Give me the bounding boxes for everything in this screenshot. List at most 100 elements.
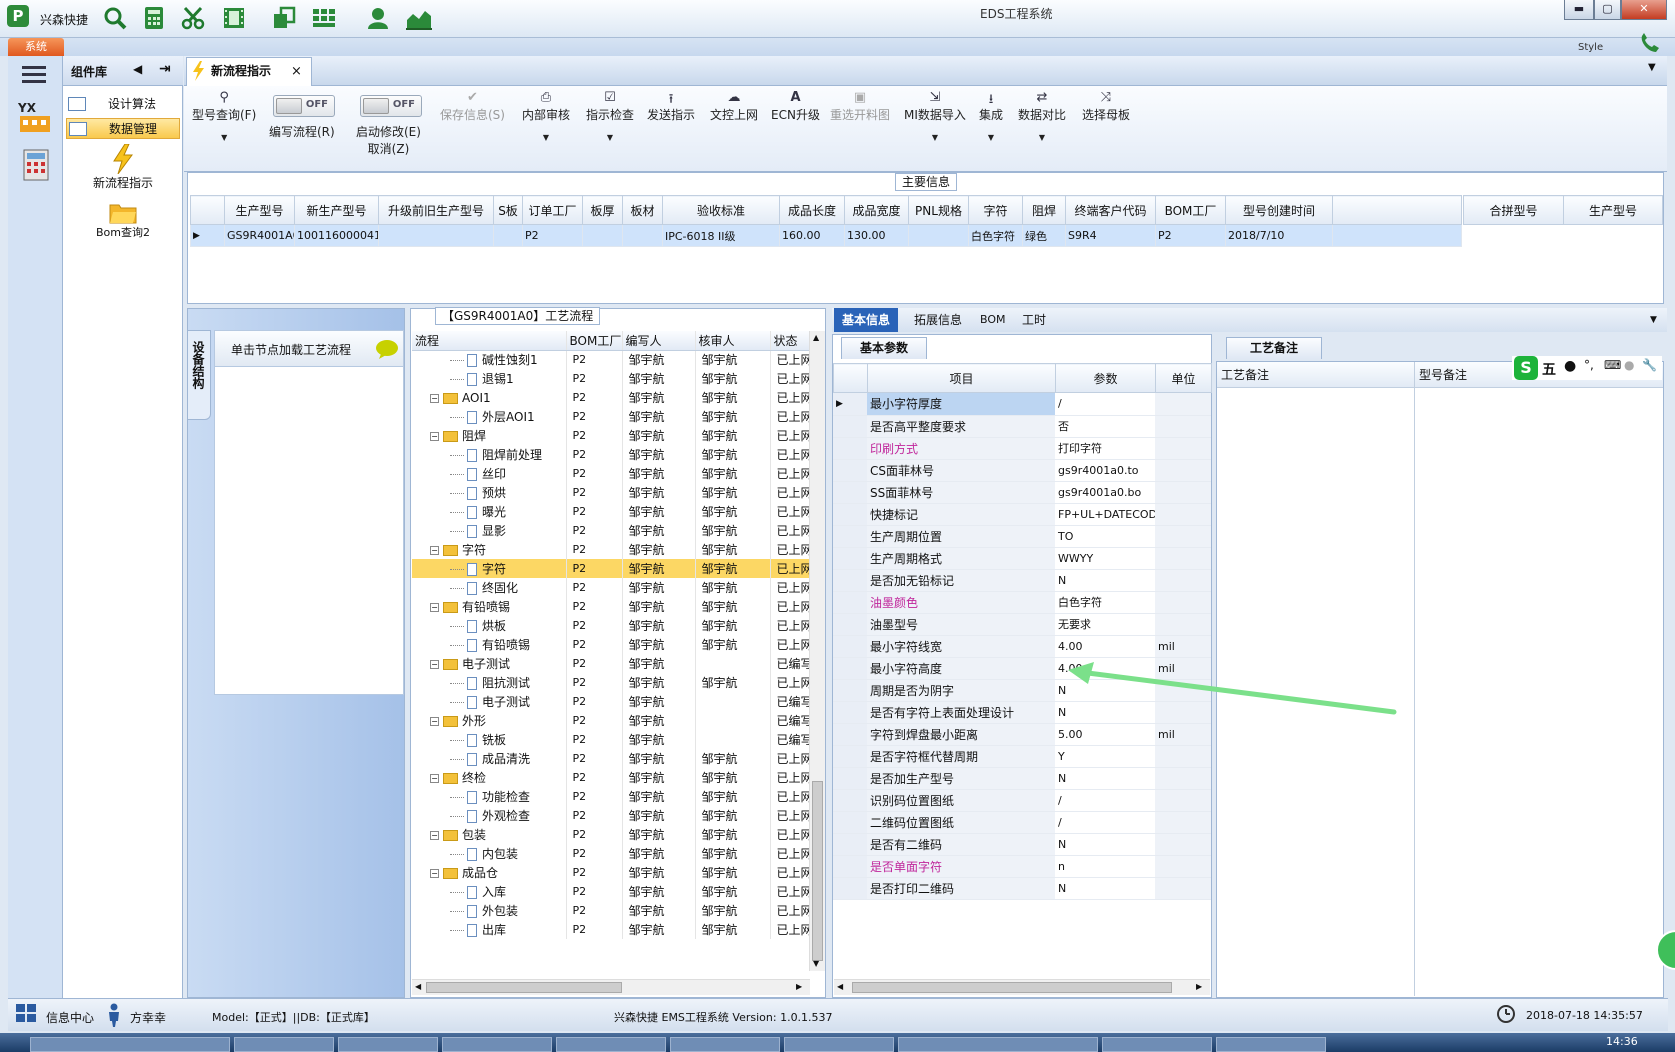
tree-row[interactable]: 外观检查 P2 邹宇航 邹宇航 已上网 [412, 806, 813, 825]
user-icon[interactable] [366, 6, 390, 30]
tab-close-icon[interactable]: × [291, 58, 302, 85]
tree-node[interactable]: 出库 [412, 920, 567, 939]
column-header[interactable]: 阻焊 [1022, 195, 1066, 225]
tree-row[interactable]: 成品清洗 P2 邹宇航 邹宇航 已上网 [412, 749, 813, 768]
library-item-design-algorithm[interactable]: 设计算法 [66, 94, 180, 115]
hamburger-icon[interactable] [22, 64, 48, 84]
property-value[interactable]: N [1055, 877, 1155, 900]
tree-node[interactable]: 成品清洗 [412, 749, 567, 768]
tab-basic-info[interactable]: 基本信息 [834, 308, 899, 332]
style-label[interactable]: Style [1578, 42, 1603, 53]
property-row[interactable]: 是否加无铅标记 N [833, 569, 1211, 592]
column-header[interactable]: 项目 [867, 363, 1056, 393]
property-value[interactable]: n [1055, 855, 1155, 878]
property-row[interactable]: 是否打印二维码 N [833, 877, 1211, 900]
tree-row[interactable]: 烘板 P2 邹宇航 邹宇航 已上网 [412, 616, 813, 635]
equipment-structure-tab[interactable]: 设备结构 [187, 330, 211, 420]
tree-node[interactable]: − 字符 [412, 540, 567, 559]
table-cell[interactable]: P2 [1155, 224, 1226, 247]
taskbar-item[interactable] [1102, 1037, 1212, 1052]
tree-node[interactable]: 外层AOI1 [412, 407, 567, 426]
edit-flow-toggle[interactable]: OFF [273, 95, 335, 117]
column-header[interactable]: 单位 [1155, 363, 1212, 393]
table-cell[interactable] [908, 224, 969, 247]
tree-node[interactable]: 功能检查 [412, 787, 567, 806]
column-header[interactable]: 板厚 [582, 195, 623, 225]
ecn-upgrade-button[interactable]: A ECN升级 [771, 90, 820, 123]
property-value[interactable]: 否 [1055, 415, 1155, 438]
tree-node[interactable]: − 包装 [412, 825, 567, 844]
calculator-icon[interactable] [142, 6, 166, 30]
type-notes-column[interactable]: 型号备注 [1415, 362, 1663, 996]
tree-row[interactable]: 终固化 P2 邹宇航 邹宇航 已上网 [412, 578, 813, 597]
column-header[interactable]: 终端客户代码 [1065, 195, 1156, 225]
property-value[interactable]: gs9r4001a0.bo [1055, 481, 1155, 504]
property-value[interactable]: / [1055, 789, 1155, 812]
film-icon[interactable] [222, 6, 246, 30]
reselect-cutting-button[interactable]: ▣ 重选开料图 [830, 90, 890, 123]
tree-row[interactable]: − AOI1 P2 邹宇航 邹宇航 已上网 [412, 388, 813, 407]
tree-row[interactable]: 出库 P2 邹宇航 邹宇航 已上网 [412, 920, 813, 939]
scroll-right-icon[interactable]: ▶ [796, 982, 802, 991]
main-info-row[interactable]: ▶GS9R4001A010011600004145P2IPC-6018 II级1… [190, 224, 1462, 247]
property-value[interactable]: N [1055, 569, 1155, 592]
property-value[interactable]: / [1055, 811, 1155, 834]
data-compare-button[interactable]: ⇄ 数据对比 ▼ [1018, 90, 1066, 142]
property-row[interactable]: SS面菲林号 gs9r4001a0.bo [833, 481, 1211, 504]
tree-node[interactable]: 退锡1 [412, 369, 567, 388]
table-cell[interactable] [622, 224, 663, 247]
column-header[interactable]: PNL规格 [908, 195, 969, 225]
tree-row[interactable]: − 包装 P2 邹宇航 邹宇航 已上网 [412, 825, 813, 844]
tree-node[interactable]: − 电子测试 [412, 654, 567, 673]
tree-row[interactable]: 阻抗测试 P2 邹宇航 邹宇航 已上网 [412, 673, 813, 692]
collapse-icon[interactable]: − [430, 717, 439, 726]
scissors-icon[interactable] [181, 6, 205, 30]
tab-menu-icon[interactable]: ▼ [1650, 315, 1657, 325]
tree-node[interactable]: − AOI1 [412, 388, 567, 407]
taskbar-item[interactable] [442, 1037, 552, 1052]
table-cell[interactable]: GS9R4001A0 [224, 224, 295, 247]
table-cell[interactable]: 160.00 [779, 224, 845, 247]
scroll-left-icon[interactable]: ◀ [837, 982, 843, 991]
table-cell[interactable]: 绿色 [1022, 224, 1066, 247]
column-header[interactable]: 状态 [770, 331, 813, 351]
property-row[interactable]: 油墨型号 无要求 [833, 613, 1211, 636]
tree-node[interactable]: 外观检查 [412, 806, 567, 825]
taskbar-item[interactable] [670, 1037, 780, 1052]
column-header[interactable]: BOM工厂 [566, 331, 623, 351]
column-header[interactable]: 验收标准 [662, 195, 780, 225]
property-value[interactable]: 白色字符 [1055, 591, 1155, 614]
copy-icon[interactable] [272, 6, 296, 30]
minimize-button[interactable]: ▬ [1564, 0, 1594, 20]
column-header[interactable]: 合拼型号 [1463, 195, 1564, 225]
tile-new-flow[interactable]: 新流程指示 [66, 140, 180, 192]
tree-row[interactable]: − 字符 P2 邹宇航 邹宇航 已上网 [412, 540, 813, 559]
taskbar-item[interactable] [338, 1037, 438, 1052]
tree-node[interactable]: 铣板 [412, 730, 567, 749]
taskbar-item[interactable] [234, 1037, 334, 1052]
horizontal-scrollbar[interactable]: ◀ ▶ [834, 979, 1210, 995]
scroll-thumb[interactable] [852, 982, 1172, 993]
tree-node[interactable]: 字符 [412, 559, 567, 578]
internal-review-button[interactable]: ⎙ 内部审核 ▼ [522, 90, 570, 142]
scroll-thumb[interactable] [812, 781, 823, 961]
column-header[interactable]: 成品长度 [779, 195, 845, 225]
collapse-icon[interactable]: − [430, 869, 439, 878]
scroll-down-icon[interactable]: ▼ [813, 959, 819, 968]
column-header[interactable]: 流程 [412, 331, 567, 351]
table-cell[interactable]: IPC-6018 II级 [662, 224, 780, 247]
tree-node[interactable]: 碱性蚀刻1 [412, 350, 567, 369]
tab-menu-icon[interactable]: ▼ [1648, 62, 1656, 73]
column-header[interactable]: 新生产型号 [294, 195, 379, 225]
tree-node[interactable]: 曝光 [412, 502, 567, 521]
tree-node[interactable]: 外包装 [412, 901, 567, 920]
tree-row[interactable]: 预烘 P2 邹宇航 邹宇航 已上网 [412, 483, 813, 502]
tree-node[interactable]: 阻焊前处理 [412, 445, 567, 464]
vertical-scrollbar[interactable]: ▲ ▼ [809, 331, 825, 971]
tree-row[interactable]: 退锡1 P2 邹宇航 邹宇航 已上网 [412, 369, 813, 388]
property-value[interactable]: TO [1055, 525, 1155, 548]
table-cell[interactable] [378, 224, 494, 247]
chart-icon[interactable] [405, 6, 432, 30]
type-query-button[interactable]: ⚲ 型号查询(F) ▼ [192, 90, 256, 142]
taskbar-item[interactable] [1216, 1037, 1326, 1052]
